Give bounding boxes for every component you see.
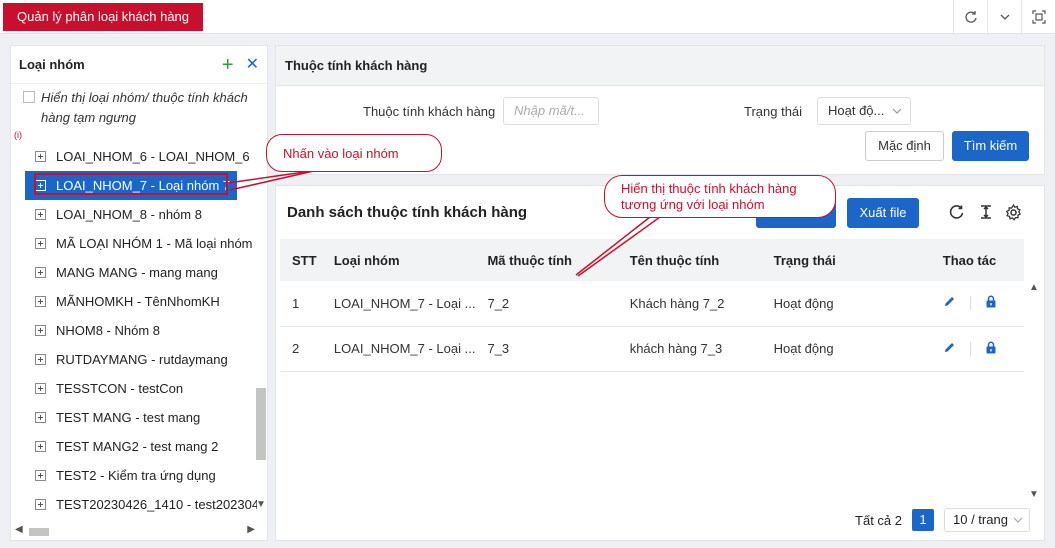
callout-arrows <box>227 169 661 277</box>
callout-click-group: Nhấn vào loại nhóm <box>266 134 442 172</box>
callout-show-attrs: Hiển thị thuộc tính khách hàng tương ứng… <box>604 175 836 218</box>
